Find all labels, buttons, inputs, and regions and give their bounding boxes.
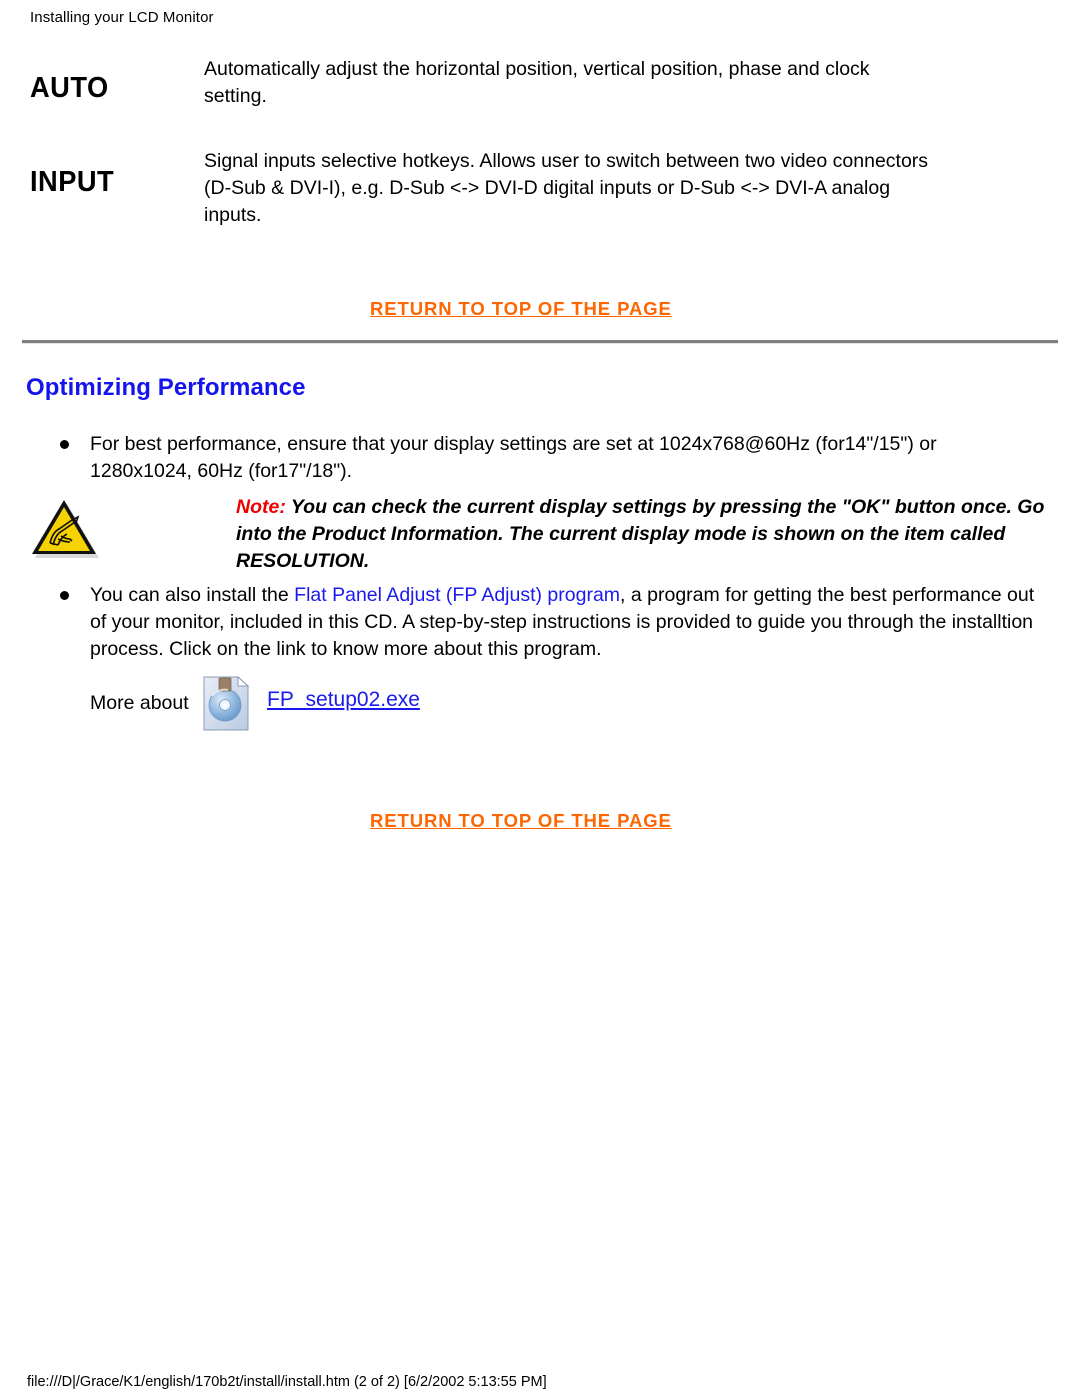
warning-triangle-hand-icon [28, 495, 100, 561]
note-callout: Note: You can check the current display … [24, 494, 1054, 574]
bullet-dot-icon [60, 440, 69, 449]
list-item: For best performance, ensure that your d… [60, 431, 1035, 485]
more-about-row: More about FP_setup02.exe [90, 675, 590, 746]
list-item: You can also install the Flat Panel Adju… [60, 582, 1035, 663]
note-keyword: Note: [236, 496, 286, 518]
key-description-row-auto: AUTO Automatically adjust the horizontal… [0, 56, 1080, 126]
page-header-title: Installing your LCD Monitor [30, 9, 214, 26]
section-heading-optimizing-performance: Optimizing Performance [26, 374, 306, 401]
return-to-top-link-2[interactable]: RETURN TO TOP OF THE PAGE [370, 810, 672, 832]
section-divider [22, 340, 1058, 344]
key-description-input: Signal inputs selective hotkeys. Allows … [204, 150, 929, 226]
flat-panel-adjust-link[interactable]: Flat Panel Adjust (FP Adjust) program [294, 584, 620, 606]
list-item-text: For best performance, ensure that your d… [90, 433, 937, 482]
key-description-row-input: INPUT Signal inputs selective hotkeys. A… [0, 148, 1080, 244]
list-item-text: You can also install the Flat Panel Adju… [90, 582, 1035, 663]
bullet-dot-icon [60, 591, 69, 600]
note-body: You can check the current display settin… [236, 496, 1045, 572]
key-label-auto: AUTO [30, 72, 109, 104]
fp-setup02-exe-link[interactable]: FP_setup02.exe [267, 688, 420, 712]
return-to-top-link-1[interactable]: RETURN TO TOP OF THE PAGE [370, 298, 672, 320]
more-about-label: More about [90, 692, 189, 714]
key-label-input: INPUT [30, 166, 115, 198]
footer-file-path: file:///D|/Grace/K1/english/170b2t/insta… [27, 1374, 547, 1390]
document-page: Installing your LCD Monitor AUTO Automat… [0, 0, 1080, 1397]
key-description-auto: Automatically adjust the horizontal posi… [204, 58, 870, 107]
note-text: Note: You can check the current display … [236, 494, 1066, 575]
cd-disc-file-icon [202, 675, 250, 731]
list-item-text-before: You can also install the [90, 584, 295, 606]
